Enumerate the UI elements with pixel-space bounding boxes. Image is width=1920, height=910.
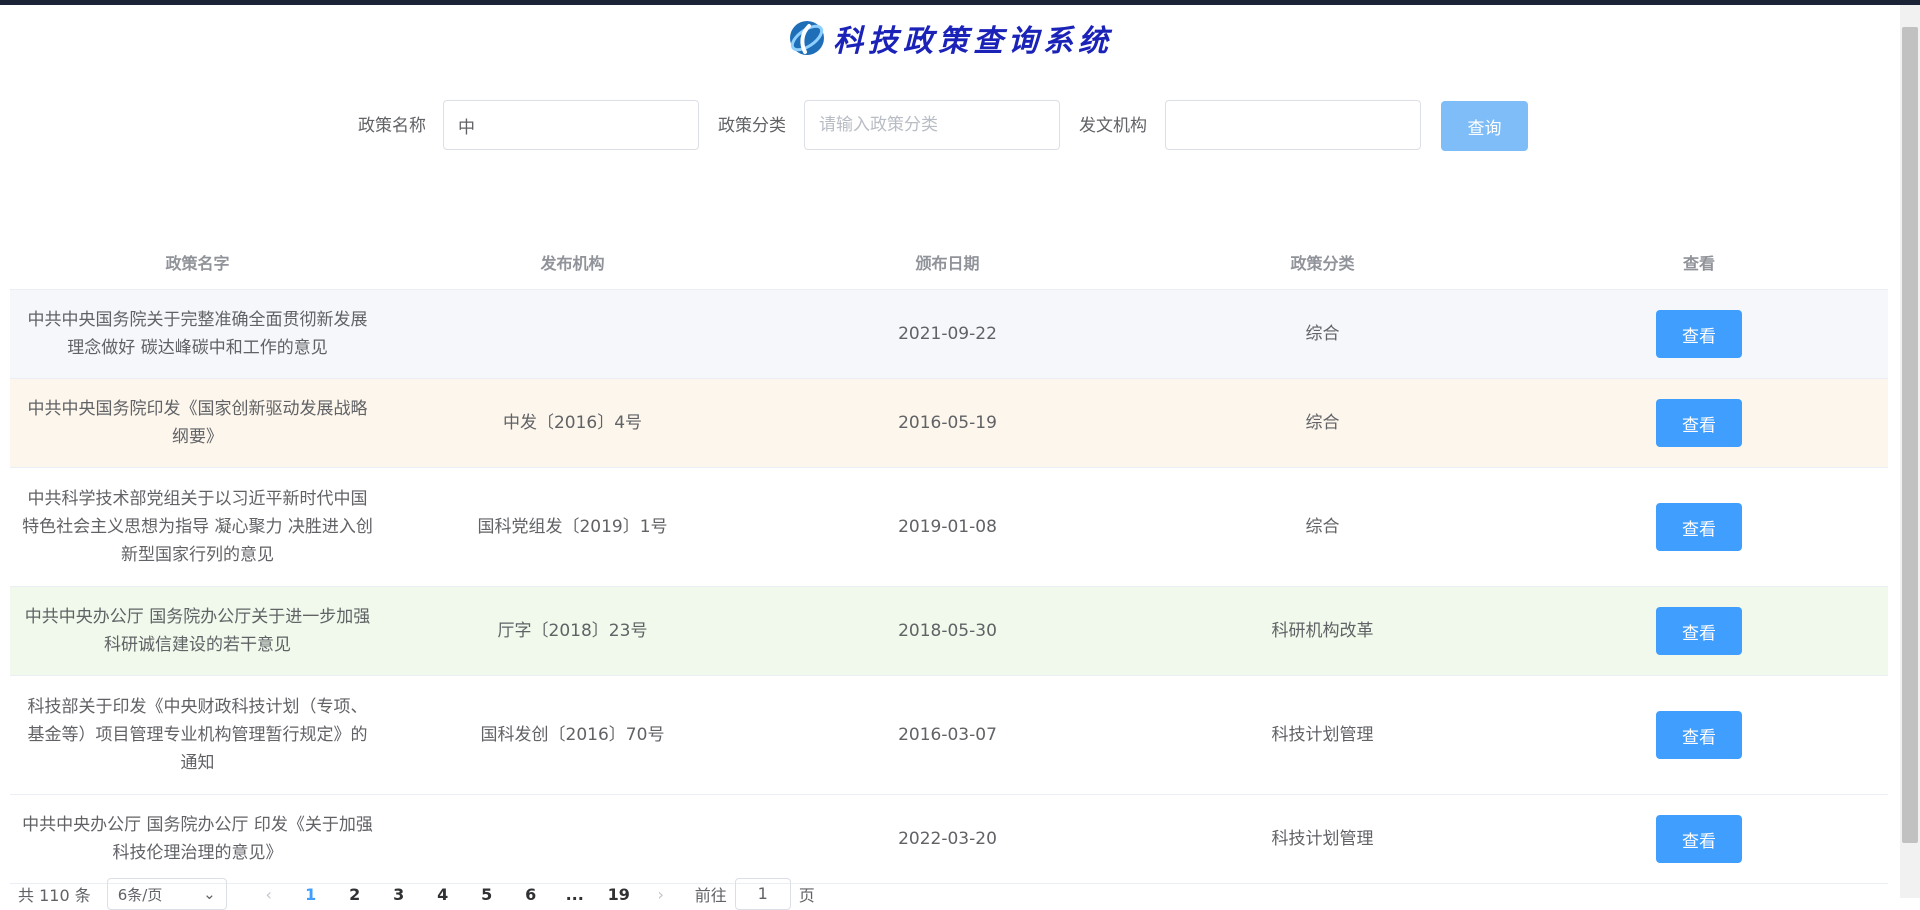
- page-size-select[interactable]: 6条/页 ⌄: [106, 878, 227, 910]
- policy-category-label: 政策分类: [718, 116, 786, 136]
- issue-date-cell: 2016-03-07: [898, 725, 997, 745]
- policy-name-cell: 中共中央国务院关于完整准确全面贯彻新发展理念做好 碳达峰碳中和工作的意见: [27, 310, 368, 358]
- issue-date-cell: 2021-09-22: [898, 324, 997, 344]
- view-button[interactable]: 查看: [1656, 310, 1742, 358]
- policy-name-label: 政策名称: [358, 116, 426, 136]
- category-cell: 科技计划管理: [1271, 829, 1374, 849]
- view-button[interactable]: 查看: [1656, 607, 1742, 655]
- page-number[interactable]: 1: [289, 885, 333, 904]
- page-number[interactable]: 19: [597, 885, 641, 904]
- column-header-view: 查看: [1682, 254, 1715, 273]
- page-title: 科技政策查询系统: [833, 24, 1113, 59]
- page-number[interactable]: 6: [509, 885, 553, 904]
- view-button[interactable]: 查看: [1656, 711, 1742, 759]
- view-cell: 查看: [1510, 711, 1888, 759]
- table-row: 中共科学技术部党组关于以习近平新时代中国特色社会主义思想为指导 凝心聚力 决胜进…: [10, 468, 1888, 587]
- view-button[interactable]: 查看: [1656, 815, 1742, 863]
- view-button[interactable]: 查看: [1656, 399, 1742, 447]
- table-row: 科技部关于印发《中央财政科技计划（专项、基金等）项目管理专业机构管理暂行规定》的…: [10, 676, 1888, 795]
- category-cell: 综合: [1305, 324, 1340, 344]
- policy-name-input[interactable]: [443, 100, 699, 150]
- table-row: 中共中央办公厅 国务院办公厅关于进一步加强科研诚信建设的若干意见 厅字〔2018〕…: [10, 587, 1888, 676]
- policy-table: 政策名字 发布机构 颁布日期 政策分类 查看 中共中央国务院关于完整准确全面贯彻…: [10, 235, 1888, 884]
- issue-date-cell: 2019-01-08: [898, 517, 997, 537]
- page-ellipsis[interactable]: ...: [553, 885, 597, 904]
- page-number[interactable]: 2: [333, 885, 377, 904]
- logo: 科技政策查询系统: [787, 16, 1113, 60]
- column-header-category: 政策分类: [1290, 254, 1355, 273]
- column-header-policy-name: 政策名字: [165, 254, 230, 273]
- policy-name-cell: 中共中央办公厅 国务院办公厅 印发《关于加强科技伦理治理的意见》: [22, 815, 373, 863]
- issuing-org-cell: 中发〔2016〕4号: [502, 413, 643, 433]
- search-form: 政策名称 政策分类 发文机构 查询: [0, 100, 1920, 152]
- issuing-org-cell: 厅字〔2018〕23号: [497, 621, 648, 641]
- issue-date-cell: 2022-03-20: [898, 829, 997, 849]
- column-header-issue-date: 颁布日期: [915, 254, 980, 273]
- page-numbers: 1 2 3 4 5 6... 19: [289, 885, 641, 904]
- table-body: 中共中央国务院关于完整准确全面贯彻新发展理念做好 碳达峰碳中和工作的意见 2021…: [10, 290, 1888, 884]
- issuing-org-cell: 国科党组发〔2019〕1号: [477, 517, 668, 537]
- view-cell: 查看: [1510, 503, 1888, 551]
- page-size-value: 6条/页: [117, 885, 163, 904]
- page-number[interactable]: 4: [421, 885, 465, 904]
- table-header: 政策名字 发布机构 颁布日期 政策分类 查看: [10, 235, 1888, 290]
- chevron-right-icon[interactable]: ›: [641, 885, 681, 904]
- table-row: 中共中央办公厅 国务院办公厅 印发《关于加强科技伦理治理的意见》 2022-03-…: [10, 795, 1888, 884]
- issuing-org-label: 发文机构: [1079, 116, 1147, 136]
- pagination: 共 110 条 6条/页 ⌄ ‹ 1 2 3 4 5 6... 19 › 前往 1 页: [18, 878, 815, 910]
- chevron-left-icon[interactable]: ‹: [249, 885, 289, 904]
- policy-category-input[interactable]: [804, 100, 1060, 150]
- policy-name-cell: 中共科学技术部党组关于以习近平新时代中国特色社会主义思想为指导 凝心聚力 决胜进…: [22, 489, 373, 565]
- total-count: 共 110 条: [18, 886, 91, 905]
- logo-icon: [790, 21, 824, 55]
- view-button[interactable]: 查看: [1656, 503, 1742, 551]
- category-cell: 科技计划管理: [1271, 725, 1374, 745]
- issue-date-cell: 2016-05-19: [898, 413, 997, 433]
- page-number[interactable]: 5: [465, 885, 509, 904]
- header: 科技政策查询系统: [0, 10, 1900, 66]
- view-cell: 查看: [1510, 815, 1888, 863]
- policy-name-cell: 中共中央国务院印发《国家创新驱动发展战略纲要》: [27, 399, 368, 447]
- view-cell: 查看: [1510, 607, 1888, 655]
- table-row: 中共中央国务院关于完整准确全面贯彻新发展理念做好 碳达峰碳中和工作的意见 2021…: [10, 290, 1888, 379]
- issue-date-cell: 2018-05-30: [898, 621, 997, 641]
- category-cell: 综合: [1305, 517, 1340, 537]
- issuing-org-cell: 国科发创〔2016〕70号: [480, 725, 665, 745]
- top-bar: [0, 0, 1920, 5]
- view-cell: 查看: [1510, 310, 1888, 358]
- category-cell: 综合: [1305, 413, 1340, 433]
- goto-page-input[interactable]: 1: [734, 878, 791, 910]
- chevron-down-icon: ⌄: [203, 885, 216, 903]
- query-button[interactable]: 查询: [1441, 101, 1528, 151]
- issuing-org-input[interactable]: [1165, 100, 1421, 150]
- goto-label: 前往: [694, 886, 727, 905]
- policy-name-cell: 科技部关于印发《中央财政科技计划（专项、基金等）项目管理专业机构管理暂行规定》的…: [27, 697, 368, 773]
- page-suffix: 页: [798, 886, 815, 905]
- policy-name-cell: 中共中央办公厅 国务院办公厅关于进一步加强科研诚信建设的若干意见: [24, 607, 371, 655]
- view-cell: 查看: [1510, 399, 1888, 447]
- category-cell: 科研机构改革: [1271, 621, 1374, 641]
- column-header-issuing-org: 发布机构: [540, 254, 605, 273]
- page-number[interactable]: 3: [377, 885, 421, 904]
- table-row: 中共中央国务院印发《国家创新驱动发展战略纲要》 中发〔2016〕4号 2016-05…: [10, 379, 1888, 468]
